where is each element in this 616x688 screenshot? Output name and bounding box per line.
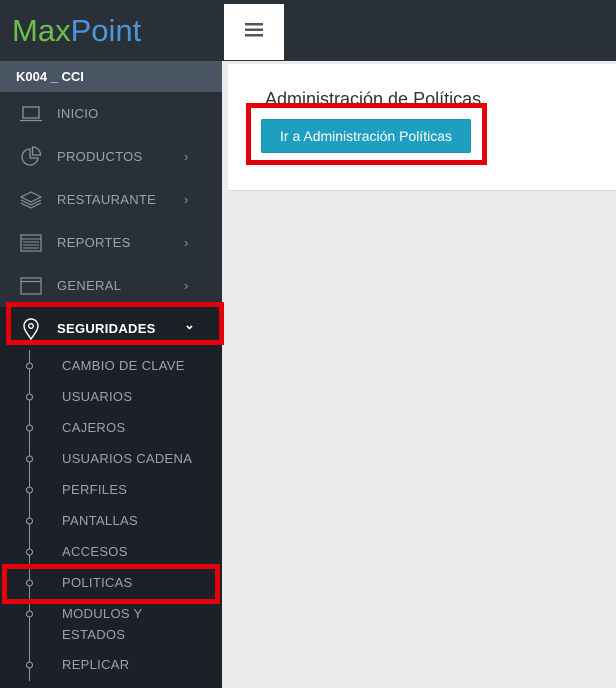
tree-node-icon xyxy=(26,455,33,462)
submenu-item-cambio-de-clave[interactable]: CAMBIO DE CLAVE xyxy=(0,350,222,381)
chevron-right-icon: › xyxy=(184,278,189,293)
tree-node-icon xyxy=(26,393,33,400)
chevron-right-icon: › xyxy=(184,192,189,207)
sidebar-item-label: PRODUCTOS xyxy=(57,149,143,164)
sidebar: Max Point K004 _ CCI INICIO PRODUCTOS › R… xyxy=(0,0,222,688)
sidebar-item-productos[interactable]: PRODUCTOS › xyxy=(0,135,222,178)
submenu-item-label: PERFILES xyxy=(62,482,128,497)
main-content: Administración de Políticas Ir a Adminis… xyxy=(222,61,616,688)
page-title: Administración de Políticas xyxy=(265,89,482,109)
submenu-item-label: USUARIOS CADENA xyxy=(62,451,193,466)
go-to-policies-button[interactable]: Ir a Administración Políticas xyxy=(261,119,471,153)
submenu-item-label: CAMBIO DE CLAVE xyxy=(62,358,185,373)
submenu-item-label: USUARIOS xyxy=(62,389,133,404)
submenu-item-pantallas[interactable]: PANTALLAS xyxy=(0,505,222,536)
tree-node-icon xyxy=(26,517,33,524)
submenu-item-label: REPLICAR xyxy=(62,657,130,672)
chevron-right-icon: › xyxy=(184,235,189,250)
sidebar-item-label: REPORTES xyxy=(57,235,131,250)
submenu-item-replicar[interactable]: REPLICAR xyxy=(0,649,222,680)
tree-node-icon xyxy=(26,661,33,668)
submenu-item-politicas[interactable]: POLITICAS xyxy=(0,567,222,598)
submenu-item-label: MODULOS Y ESTADOS xyxy=(62,605,143,642)
logo-point: Point xyxy=(70,12,142,48)
submenu-item-usuarios[interactable]: USUARIOS xyxy=(0,381,222,412)
app-logo[interactable]: Max Point xyxy=(0,0,222,61)
sidebar-item-label: RESTAURANTE xyxy=(57,192,157,207)
sidebar-item-label: GENERAL xyxy=(57,278,122,293)
hamburger-menu-button[interactable] xyxy=(224,4,284,60)
tree-node-icon xyxy=(26,610,33,618)
submenu-item-label: ACCESOS xyxy=(62,544,128,559)
tree-node-icon xyxy=(26,548,33,555)
sidebar-item-label: SEGURIDADES xyxy=(57,321,156,336)
chevron-down-icon: ⌄ xyxy=(184,317,196,332)
top-bar xyxy=(222,0,616,61)
policies-panel: Administración de Políticas Ir a Adminis… xyxy=(228,64,616,191)
submenu-item-modulos-y-estados[interactable]: MODULOS Y ESTADOS xyxy=(0,598,222,649)
layers-icon xyxy=(18,188,44,212)
sidebar-item-restaurante[interactable]: RESTAURANTE › xyxy=(0,178,222,221)
tree-node-icon xyxy=(26,579,33,586)
sidebar-item-reportes[interactable]: REPORTES › xyxy=(0,221,222,264)
submenu-item-label: POLITICAS xyxy=(62,575,133,590)
submenu-item-cajeros[interactable]: CAJEROS xyxy=(0,412,222,443)
sidebar-item-label: INICIO xyxy=(57,106,99,121)
user-name: K004 _ CCI xyxy=(0,61,222,92)
pie-chart-icon xyxy=(18,145,44,169)
submenu-item-label: PANTALLAS xyxy=(62,513,138,528)
submenu-item-perfiles[interactable]: PERFILES xyxy=(0,474,222,505)
submenu-item-accesos[interactable]: ACCESOS xyxy=(0,536,222,567)
seguridades-submenu: CAMBIO DE CLAVE USUARIOS CAJEROS USUARIO… xyxy=(0,350,222,688)
map-pin-icon xyxy=(18,317,44,341)
tree-node-icon xyxy=(26,362,33,369)
tree-node-icon xyxy=(26,424,33,431)
tree-node-icon xyxy=(26,486,33,493)
window-icon xyxy=(18,274,44,298)
laptop-icon xyxy=(18,102,44,126)
sidebar-item-inicio[interactable]: INICIO xyxy=(0,92,222,135)
hamburger-icon xyxy=(244,22,264,43)
sidebar-item-general[interactable]: GENERAL › xyxy=(0,264,222,307)
submenu-item-usuarios-cadena[interactable]: USUARIOS CADENA xyxy=(0,443,222,474)
chevron-right-icon: › xyxy=(184,149,189,164)
logo-max: Max xyxy=(12,12,71,48)
sidebar-item-seguridades[interactable]: SEGURIDADES ⌄ xyxy=(0,307,222,350)
list-icon xyxy=(18,231,44,255)
submenu-item-label: CAJEROS xyxy=(62,420,126,435)
